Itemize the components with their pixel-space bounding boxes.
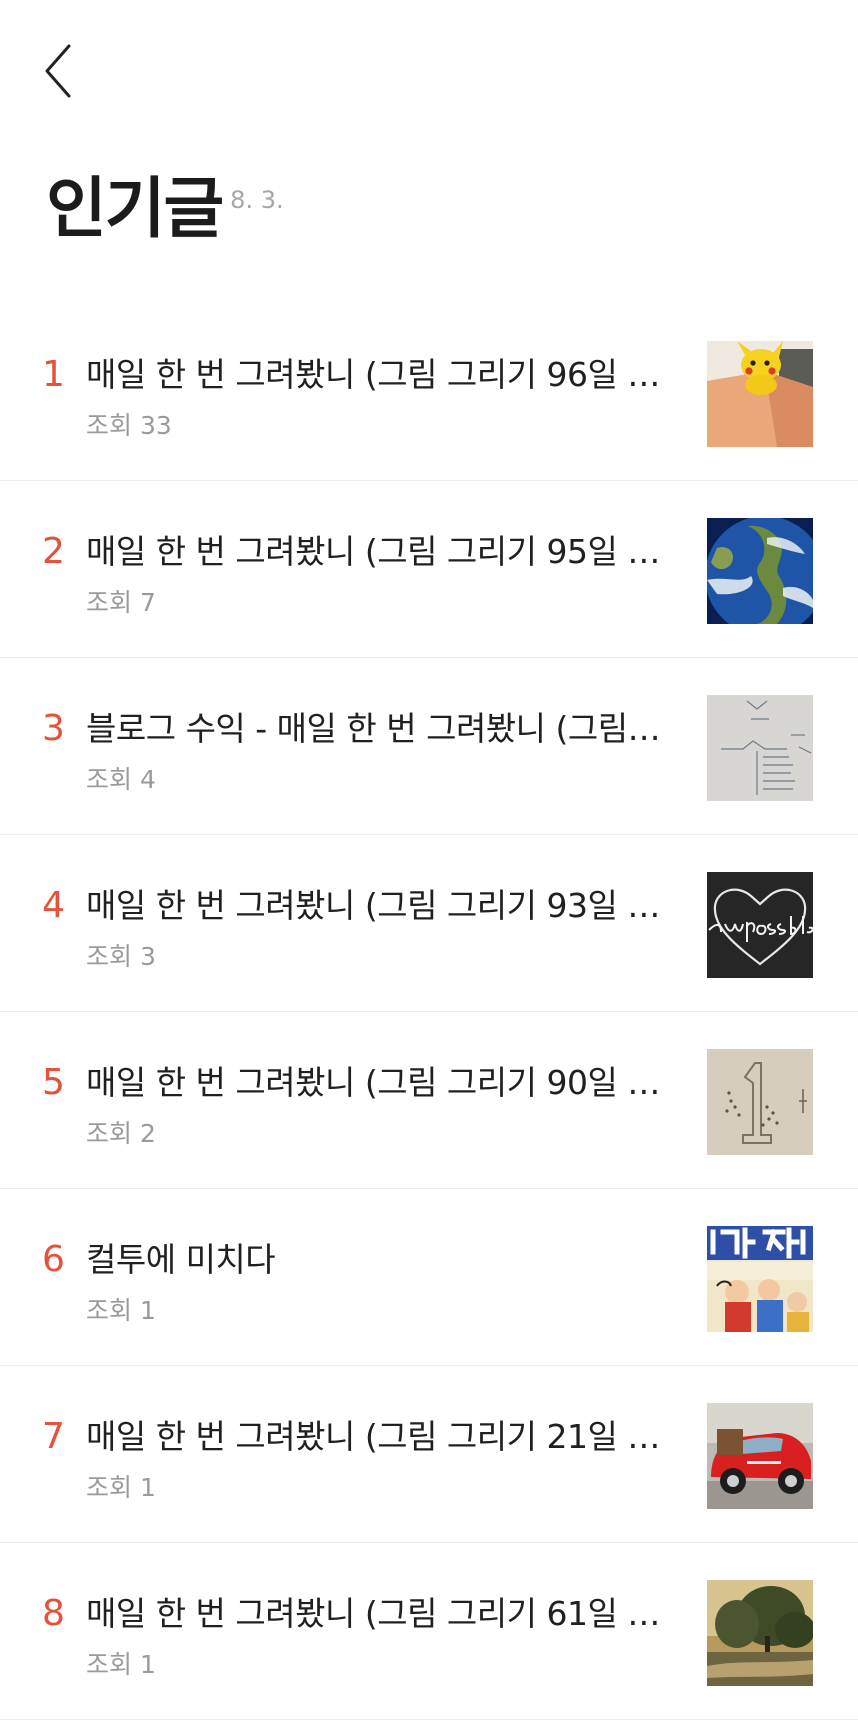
post-thumbnail[interactable] <box>707 695 813 801</box>
post-row-4[interactable]: 4 매일 한 번 그려봤니 (그림 그리기 93일 / 100일) 조회 3 <box>0 835 858 1012</box>
post-title[interactable]: 매일 한 번 그려봤니 (그림 그리기 93일 / 100일) <box>86 881 664 931</box>
page-header: 인기글 8. 3. <box>46 170 284 248</box>
post-thumbnail[interactable] <box>707 1403 813 1509</box>
popular-posts-page: 인기글 8. 3. 1 매일 한 번 그려봤니 (그림 그리기 96일 / 10… <box>0 0 858 1725</box>
post-title[interactable]: 매일 한 번 그려봤니 (그림 그리기 95일 / 100일) <box>86 527 664 577</box>
post-title[interactable]: 컬투에 미치다 <box>86 1235 664 1285</box>
post-rank: 2 <box>42 531 65 572</box>
post-rank: 3 <box>42 708 65 749</box>
page-date: 8. 3. <box>230 186 284 214</box>
post-thumbnail[interactable] <box>707 518 813 624</box>
post-thumbnail[interactable] <box>707 1580 813 1686</box>
post-view-count: 조회 4 <box>86 765 156 794</box>
post-list: 1 매일 한 번 그려봤니 (그림 그리기 96일 / 100일) 조회 33 <box>0 304 858 1720</box>
post-row-8[interactable]: 8 매일 한 번 그려봤니 (그림 그리기 61일 / 100일) 조회 1 <box>0 1543 858 1720</box>
back-button[interactable] <box>34 40 82 106</box>
post-rank: 6 <box>42 1239 65 1280</box>
post-title[interactable]: 블로그 수익 - 매일 한 번 그려봤니 (그림 그리기) <box>86 704 664 754</box>
post-row-1[interactable]: 1 매일 한 번 그려봤니 (그림 그리기 96일 / 100일) 조회 33 <box>0 304 858 481</box>
post-view-count: 조회 7 <box>86 588 156 617</box>
post-title[interactable]: 매일 한 번 그려봤니 (그림 그리기 61일 / 100일) <box>86 1589 664 1639</box>
post-row-5[interactable]: 5 매일 한 번 그려봤니 (그림 그리기 90일 / 100일) 조회 2 <box>0 1012 858 1189</box>
post-title[interactable]: 매일 한 번 그려봤니 (그림 그리기 90일 / 100일) <box>86 1058 664 1108</box>
post-thumbnail[interactable] <box>707 1049 813 1155</box>
post-thumbnail[interactable] <box>707 872 813 978</box>
post-view-count: 조회 2 <box>86 1119 156 1148</box>
post-rank: 8 <box>42 1593 65 1634</box>
post-view-count: 조회 1 <box>86 1650 156 1679</box>
post-title[interactable]: 매일 한 번 그려봤니 (그림 그리기 96일 / 100일) <box>86 350 664 400</box>
page-title: 인기글 <box>46 170 224 247</box>
post-row-7[interactable]: 7 매일 한 번 그려봤니 (그림 그리기 21일 / 100일) 조회 1 <box>0 1366 858 1543</box>
post-row-3[interactable]: 3 블로그 수익 - 매일 한 번 그려봤니 (그림 그리기) 조회 4 <box>0 658 858 835</box>
chevron-left-icon <box>43 43 73 103</box>
post-title[interactable]: 매일 한 번 그려봤니 (그림 그리기 21일 / 100일) <box>86 1412 664 1462</box>
post-view-count: 조회 1 <box>86 1296 156 1325</box>
post-thumbnail[interactable] <box>707 1226 813 1332</box>
post-row-2[interactable]: 2 매일 한 번 그려봤니 (그림 그리기 95일 / 100일) 조회 7 <box>0 481 858 658</box>
post-view-count: 조회 1 <box>86 1473 156 1502</box>
post-view-count: 조회 3 <box>86 942 156 971</box>
post-rank: 7 <box>42 1416 65 1457</box>
post-rank: 4 <box>42 885 65 926</box>
post-thumbnail[interactable] <box>707 341 813 447</box>
post-row-6[interactable]: 6 컬투에 미치다 조회 1 <box>0 1189 858 1366</box>
post-view-count: 조회 33 <box>86 411 172 440</box>
post-rank: 1 <box>42 354 65 395</box>
post-rank: 5 <box>42 1062 65 1103</box>
